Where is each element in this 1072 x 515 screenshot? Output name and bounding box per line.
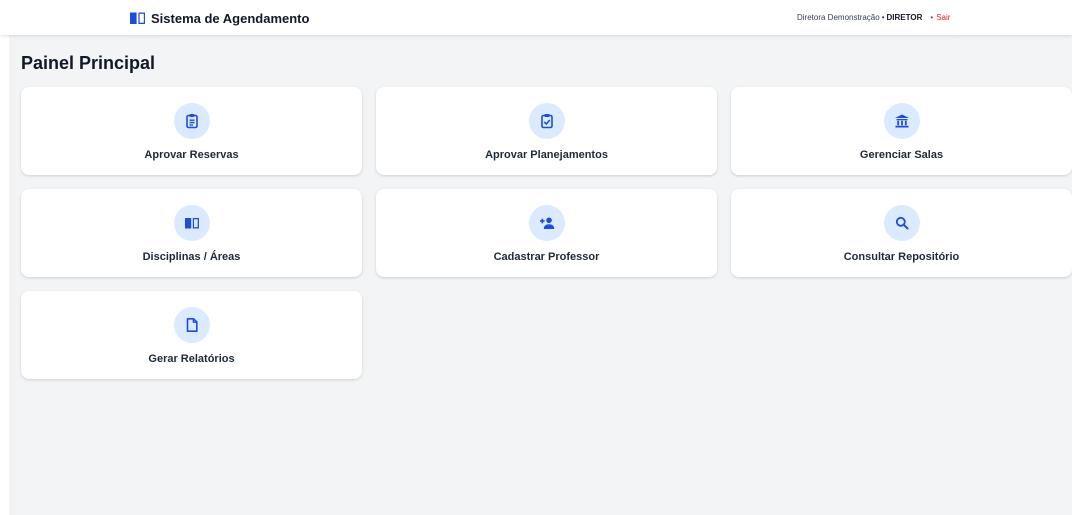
card-cadastrar-professor[interactable]: Cadastrar Professor xyxy=(376,189,717,277)
card-label: Gerar Relatórios xyxy=(148,353,235,365)
page-title: Painel Principal xyxy=(21,53,156,73)
card-label: Aprovar Planejamentos xyxy=(485,149,608,161)
card-label: Consultar Repositório xyxy=(843,251,960,263)
card-label: Cadastrar Professor xyxy=(493,251,600,263)
card-icon-circle xyxy=(173,205,210,241)
user-info: Diretora Demonstração • DIRETOR • Sair xyxy=(797,13,950,22)
card-icon-circle xyxy=(883,103,920,139)
card-disciplinas-areas[interactable]: Disciplinas / Áreas xyxy=(21,189,362,277)
user-role: DIRETOR xyxy=(886,13,923,22)
user-plus-icon xyxy=(539,217,554,229)
user-name: Diretora Demonstração xyxy=(797,13,880,22)
card-icon-circle xyxy=(528,205,565,241)
clipboard-check-icon xyxy=(540,114,553,129)
card-gerenciar-salas[interactable]: Gerenciar Salas xyxy=(731,87,1072,175)
card-aprovar-reservas[interactable]: Aprovar Reservas xyxy=(21,87,362,175)
book-open-icon xyxy=(184,218,199,229)
logout-bullet: • xyxy=(930,13,934,22)
card-label: Aprovar Reservas xyxy=(144,149,239,161)
separator-dot: • xyxy=(881,13,885,22)
card-consultar-repositorio[interactable]: Consultar Repositório xyxy=(731,189,1072,277)
logout-link[interactable]: • Sair xyxy=(930,13,950,22)
card-icon-circle xyxy=(883,205,920,241)
app-title: Sistema de Agendamento xyxy=(151,10,310,26)
card-icon-circle xyxy=(173,307,210,343)
book-open-icon xyxy=(130,12,145,24)
card-label: Disciplinas / Áreas xyxy=(142,251,241,263)
card-icon-circle xyxy=(528,103,565,139)
bank-building-icon xyxy=(894,114,909,128)
card-aprovar-planejamentos[interactable]: Aprovar Planejamentos xyxy=(376,87,717,175)
card-label: Gerenciar Salas xyxy=(859,149,944,161)
logout-label: Sair xyxy=(936,13,951,22)
clipboard-list-icon xyxy=(185,114,198,129)
search-icon xyxy=(895,216,909,230)
dashboard-main: Painel Principal Aprovar Reservas Aprova… xyxy=(9,35,1072,515)
brand[interactable]: Sistema de Agendamento xyxy=(130,10,309,26)
file-icon xyxy=(186,318,198,332)
card-icon-circle xyxy=(173,103,210,139)
top-navbar: Sistema de Agendamento Diretora Demonstr… xyxy=(0,0,1072,35)
card-gerar-relatorios[interactable]: Gerar Relatórios xyxy=(21,291,362,379)
